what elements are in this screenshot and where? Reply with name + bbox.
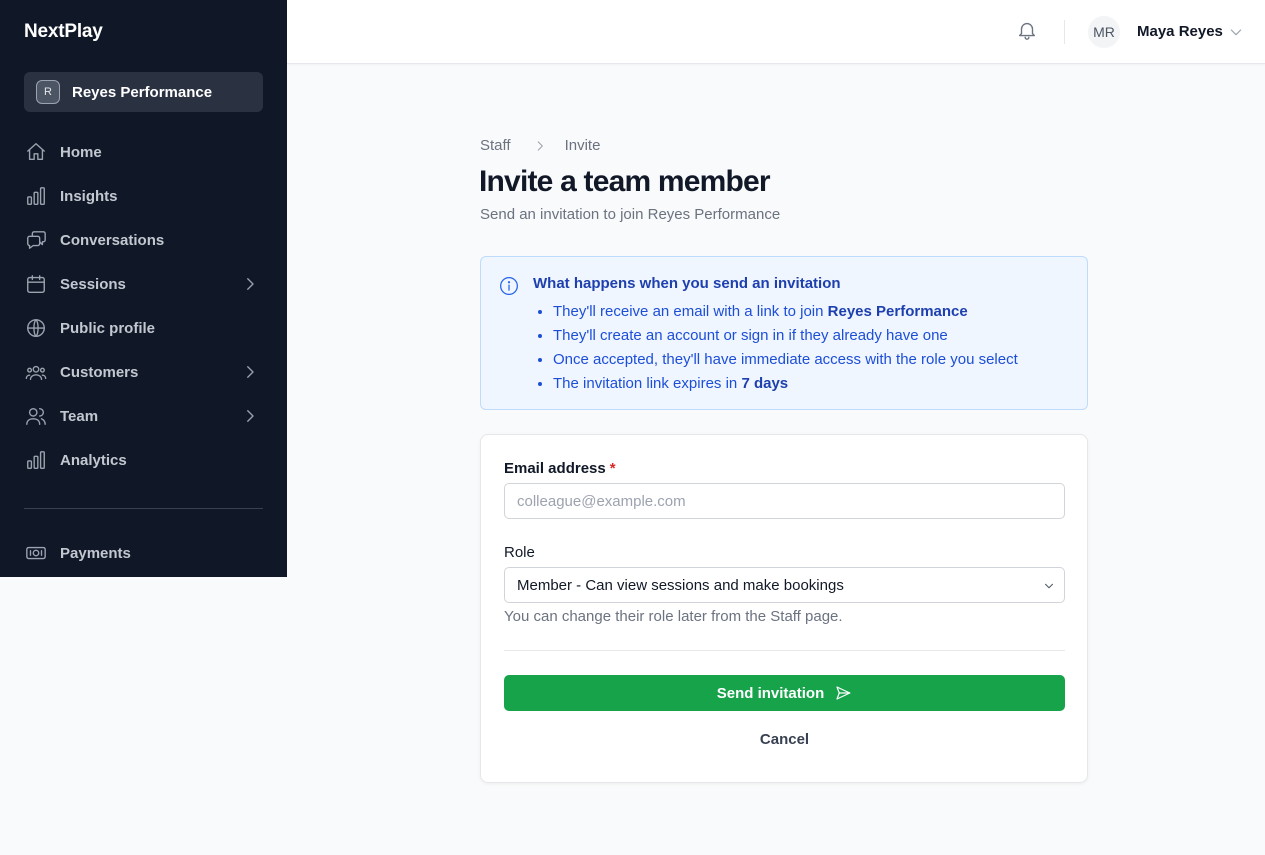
bell-icon[interactable] <box>1016 19 1040 43</box>
send-invitation-label: Send invitation <box>716 684 825 702</box>
sidebar-item-payments[interactable]: Payments <box>24 531 263 575</box>
user-name[interactable]: Maya Reyes <box>1137 23 1223 40</box>
email-label-text: Email address <box>504 460 606 477</box>
page-title: Invite a team member <box>479 165 771 198</box>
header-divider <box>1064 20 1065 44</box>
info-list: They'll receive an email with a link to … <box>553 302 1018 398</box>
sidebar-bottom-nav: Payments <box>24 531 263 575</box>
org-switcher[interactable]: R Reyes Performance <box>24 72 263 112</box>
chevron-right-icon <box>241 407 259 425</box>
avatar[interactable]: MR <box>1088 16 1120 48</box>
email-field[interactable] <box>504 483 1065 519</box>
sidebar-nav: Home Insights Conversations Sessions Pub… <box>24 130 263 482</box>
bar-chart-icon <box>24 448 48 472</box>
sidebar-item-label: Payments <box>60 544 131 562</box>
sidebar-item-label: Sessions <box>60 275 126 293</box>
sidebar-item-public-profile[interactable]: Public profile <box>24 306 263 350</box>
info-icon <box>499 276 519 296</box>
home-icon <box>24 140 48 164</box>
info-list-item: The invitation link expires in 7 days <box>553 374 1018 398</box>
sidebar-item-home[interactable]: Home <box>24 130 263 174</box>
chat-icon <box>24 228 48 252</box>
breadcrumb-staff-link[interactable]: Staff <box>480 137 511 154</box>
sidebar-item-sessions[interactable]: Sessions <box>24 262 263 306</box>
role-select[interactable]: Member - Can view sessions and make book… <box>504 567 1065 603</box>
info-item-text: The invitation link expires in <box>553 375 742 392</box>
send-icon <box>834 684 852 702</box>
chevron-right-icon <box>533 139 547 153</box>
top-bar: MR Maya Reyes <box>287 0 1265 64</box>
sidebar-item-label: Home <box>60 143 102 161</box>
cancel-button[interactable]: Cancel <box>504 731 1065 753</box>
role-help-text: You can change their role later from the… <box>504 608 843 625</box>
sidebar-item-label: Insights <box>60 187 118 205</box>
sidebar-item-label: Public profile <box>60 319 156 337</box>
sidebar-item-team[interactable]: Team <box>24 394 263 438</box>
globe-icon <box>24 316 48 340</box>
sidebar-item-insights[interactable]: Insights <box>24 174 263 218</box>
sidebar-item-analytics[interactable]: Analytics <box>24 438 263 482</box>
org-name: Reyes Performance <box>72 83 213 101</box>
breadcrumb-current: Invite <box>564 137 601 154</box>
sidebar: NextPlay R Reyes Performance Home Insigh… <box>0 0 287 577</box>
chevron-right-icon <box>241 275 259 293</box>
chevron-down-icon[interactable] <box>1228 24 1244 40</box>
required-mark: * <box>609 460 616 477</box>
banknote-icon <box>24 541 48 565</box>
form-divider <box>504 650 1065 651</box>
sidebar-divider <box>24 508 263 509</box>
org-badge: R <box>36 80 60 104</box>
sidebar-item-label: Team <box>60 407 99 425</box>
sidebar-item-label: Analytics <box>60 451 127 469</box>
invite-form-card: Email address* Role Member - Can view se… <box>480 434 1088 783</box>
brand-logo[interactable]: NextPlay <box>24 21 103 43</box>
sidebar-item-customers[interactable]: Customers <box>24 350 263 394</box>
sidebar-item-conversations[interactable]: Conversations <box>24 218 263 262</box>
team-icon <box>24 404 48 428</box>
sidebar-item-label: Conversations <box>60 231 165 249</box>
users-icon <box>24 360 48 384</box>
info-item-text: They'll receive an email with a link to … <box>553 303 828 320</box>
info-list-item: Once accepted, they'll have immediate ac… <box>553 350 1018 374</box>
email-label: Email address * <box>504 460 616 477</box>
role-selected-value: Member - Can view sessions and make book… <box>517 576 844 594</box>
role-label: Role <box>504 544 535 561</box>
send-invitation-button[interactable]: Send invitation <box>504 675 1065 711</box>
calendar-icon <box>24 272 48 296</box>
info-item-org-name: Reyes Performance <box>827 303 968 320</box>
chevron-down-icon <box>1042 579 1056 593</box>
breadcrumb: Staff Invite <box>480 137 600 154</box>
info-list-item: They'll create an account or sign in if … <box>553 326 1018 350</box>
info-callout: What happens when you send an invitation… <box>480 256 1088 410</box>
info-title: What happens when you send an invitation <box>533 275 841 292</box>
page-subtitle: Send an invitation to join Reyes Perform… <box>480 206 781 223</box>
chevron-right-icon <box>241 363 259 381</box>
info-list-item: They'll receive an email with a link to … <box>553 302 1018 326</box>
sidebar-item-label: Customers <box>60 363 139 381</box>
info-item-expiry: 7 days <box>741 375 789 392</box>
bar-chart-icon <box>24 184 48 208</box>
